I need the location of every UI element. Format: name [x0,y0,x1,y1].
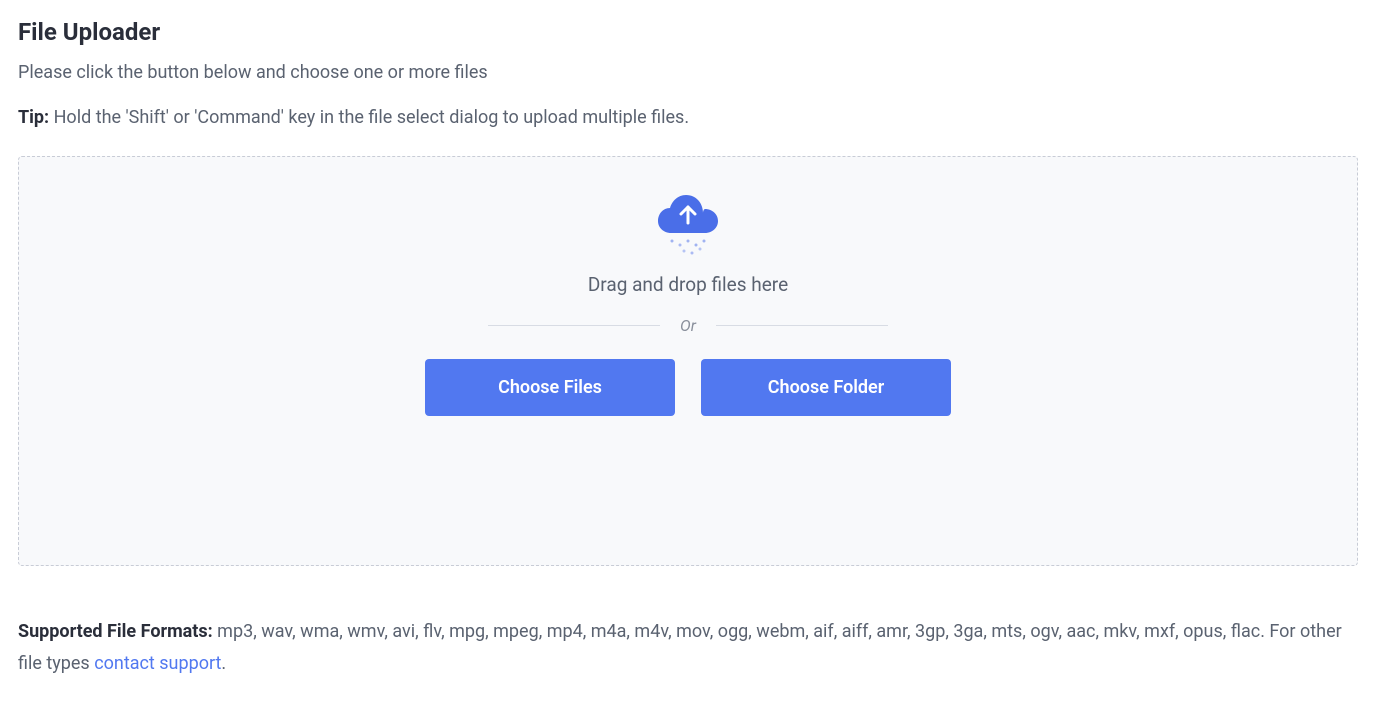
tip-label: Tip: [18,107,49,128]
divider-line-right [716,325,888,326]
supported-formats-line: Supported File Formats: mp3, wav, wma, w… [18,616,1358,679]
cloud-upload-icon [648,181,728,261]
page-title: File Uploader [18,18,1358,46]
tip-line: Tip: Hold the 'Shift' or 'Command' key i… [18,107,1358,128]
choose-folder-button[interactable]: Choose Folder [701,359,951,416]
drag-drop-text: Drag and drop files here [588,273,788,296]
page-subtitle: Please click the button below and choose… [18,62,1358,83]
formats-label: Supported File Formats: [18,621,213,642]
choose-files-button[interactable]: Choose Files [425,359,675,416]
or-divider: Or [488,316,888,335]
formats-period: . [221,653,226,674]
dropzone[interactable]: Drag and drop files here Or Choose Files… [18,156,1358,566]
button-row: Choose Files Choose Folder [425,359,951,416]
divider-line-left [488,325,660,326]
or-text: Or [660,316,716,335]
contact-support-link[interactable]: contact support [94,653,221,674]
tip-text: Hold the 'Shift' or 'Command' key in the… [49,107,689,128]
